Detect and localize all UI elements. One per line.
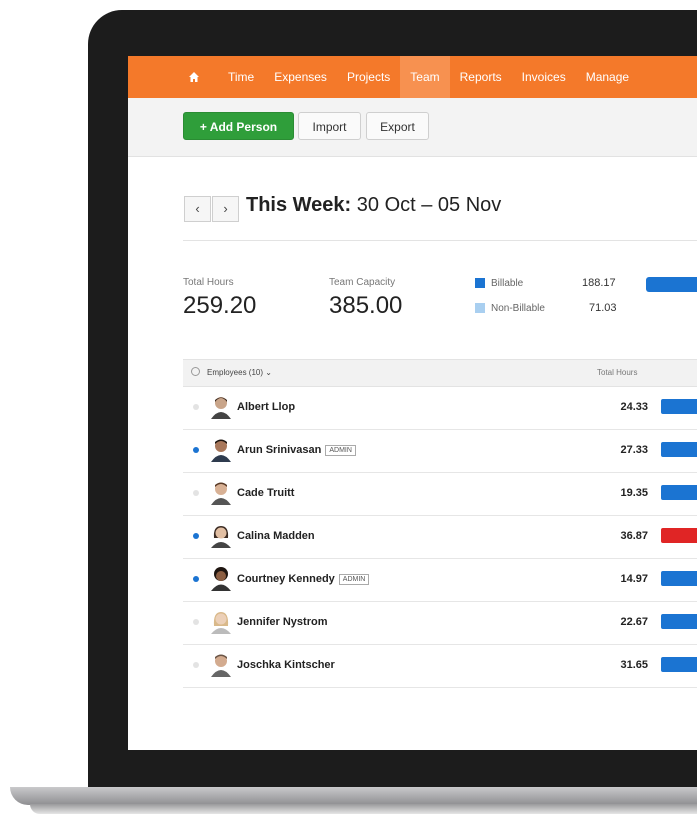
nav-reports[interactable]: Reports (450, 56, 512, 98)
billable-swatch (475, 278, 485, 288)
export-button[interactable]: Export (366, 112, 429, 140)
status-dot (193, 404, 199, 410)
status-dot (193, 447, 199, 453)
hours-value: 14.97 (620, 573, 648, 585)
hours-bar (661, 614, 697, 629)
hours-value: 31.65 (620, 659, 648, 671)
table-row[interactable]: Albert Llop 24.33 (183, 386, 697, 430)
hours-bar (661, 399, 697, 414)
table-row[interactable]: Cade Truitt 19.35 (183, 472, 697, 516)
top-nav: Time Expenses Projects Team Reports Invo… (128, 56, 697, 98)
hours-value: 19.35 (620, 487, 648, 499)
employees-filter-label: Employees (10) (207, 368, 264, 377)
team-capacity-value: 385.00 (329, 292, 403, 319)
admin-badge: ADMIN (325, 445, 356, 456)
billable-value: 188.17 (582, 277, 616, 289)
import-button[interactable]: Import (298, 112, 361, 140)
employee-name[interactable]: Arun Srinivasan (237, 444, 321, 456)
week-title-label: This Week: (246, 194, 352, 216)
avatar (210, 481, 232, 505)
hours-value: 27.33 (620, 444, 648, 456)
nav-invoices[interactable]: Invoices (512, 56, 576, 98)
table-row[interactable]: Jennifer Nystrom 22.67 (183, 601, 697, 645)
laptop-base-edge (30, 804, 697, 814)
add-person-button[interactable]: + Add Person (183, 112, 294, 140)
status-dot (193, 490, 199, 496)
app-screen: Time Expenses Projects Team Reports Invo… (128, 56, 697, 750)
hours-bar-over-capacity (661, 528, 697, 543)
hours-bar (661, 485, 697, 500)
divider (183, 240, 697, 241)
employee-name[interactable]: Courtney Kennedy (237, 573, 335, 585)
table-row[interactable]: Calina Madden 36.87 (183, 515, 697, 559)
hours-value: 24.33 (620, 401, 648, 413)
nav-manage[interactable]: Manage (576, 56, 639, 98)
clock-icon (191, 367, 200, 376)
status-dot (193, 662, 199, 668)
employee-name-link[interactable]: Jennifer Nystrom (237, 616, 327, 628)
toolbar: + Add Person Import Export (128, 98, 697, 157)
status-dot (193, 576, 199, 582)
table-row[interactable]: Joschka Kintscher 31.65 (183, 644, 697, 688)
home-icon[interactable] (188, 71, 204, 83)
avatar (210, 653, 232, 677)
avatar (210, 395, 232, 419)
chevron-down-icon: ⌄ (265, 368, 272, 377)
hours-value: 36.87 (620, 530, 648, 542)
nav-team[interactable]: Team (400, 56, 450, 98)
status-dot (193, 619, 199, 625)
nav-projects[interactable]: Projects (337, 56, 400, 98)
avatar (210, 567, 232, 591)
previous-week-button[interactable]: ‹ (184, 196, 211, 222)
hours-value: 22.67 (620, 616, 648, 628)
employee-name-link[interactable]: Joschka Kintscher (237, 659, 335, 671)
laptop-base (10, 787, 697, 805)
employees-table-header: Employees (10) ⌄ Total Hours (183, 359, 697, 387)
employee-name-link: Courtney Kennedy ADMIN (237, 573, 370, 585)
hours-bar (661, 657, 697, 672)
table-row[interactable]: Arun Srinivasan ADMIN 27.33 (183, 429, 697, 473)
avatar (210, 438, 232, 462)
non-billable-label: Non-Billable (491, 303, 545, 314)
total-hours-label: Total Hours (183, 277, 234, 288)
billable-summary-bar (646, 277, 697, 292)
employee-name-link[interactable]: Albert Llop (237, 401, 295, 413)
employee-name-link[interactable]: Cade Truitt (237, 487, 294, 499)
total-hours-column-header[interactable]: Total Hours (597, 368, 637, 377)
avatar (210, 524, 232, 548)
non-billable-swatch (475, 303, 485, 313)
total-hours-value: 259.20 (183, 292, 257, 319)
next-week-button[interactable]: › (212, 196, 239, 222)
team-capacity-label: Team Capacity (329, 277, 396, 288)
billable-label: Billable (491, 278, 524, 289)
hours-bar (661, 442, 697, 457)
week-date-range: 30 Oct – 05 Nov (351, 194, 502, 216)
employee-name-link: Arun Srinivasan ADMIN (237, 444, 356, 456)
nav-time[interactable]: Time (218, 56, 264, 98)
table-row[interactable]: Courtney Kennedy ADMIN 14.97 (183, 558, 697, 602)
hours-bar (661, 571, 697, 586)
employee-name-link[interactable]: Calina Madden (237, 530, 315, 542)
avatar (210, 610, 232, 634)
employees-filter-dropdown[interactable]: Employees (10) ⌄ (207, 368, 272, 377)
status-dot (193, 533, 199, 539)
non-billable-value: 71.03 (589, 302, 617, 314)
admin-badge: ADMIN (338, 574, 370, 585)
week-title: This Week: 30 Oct – 05 Nov (246, 194, 501, 217)
nav-expenses[interactable]: Expenses (264, 56, 337, 98)
